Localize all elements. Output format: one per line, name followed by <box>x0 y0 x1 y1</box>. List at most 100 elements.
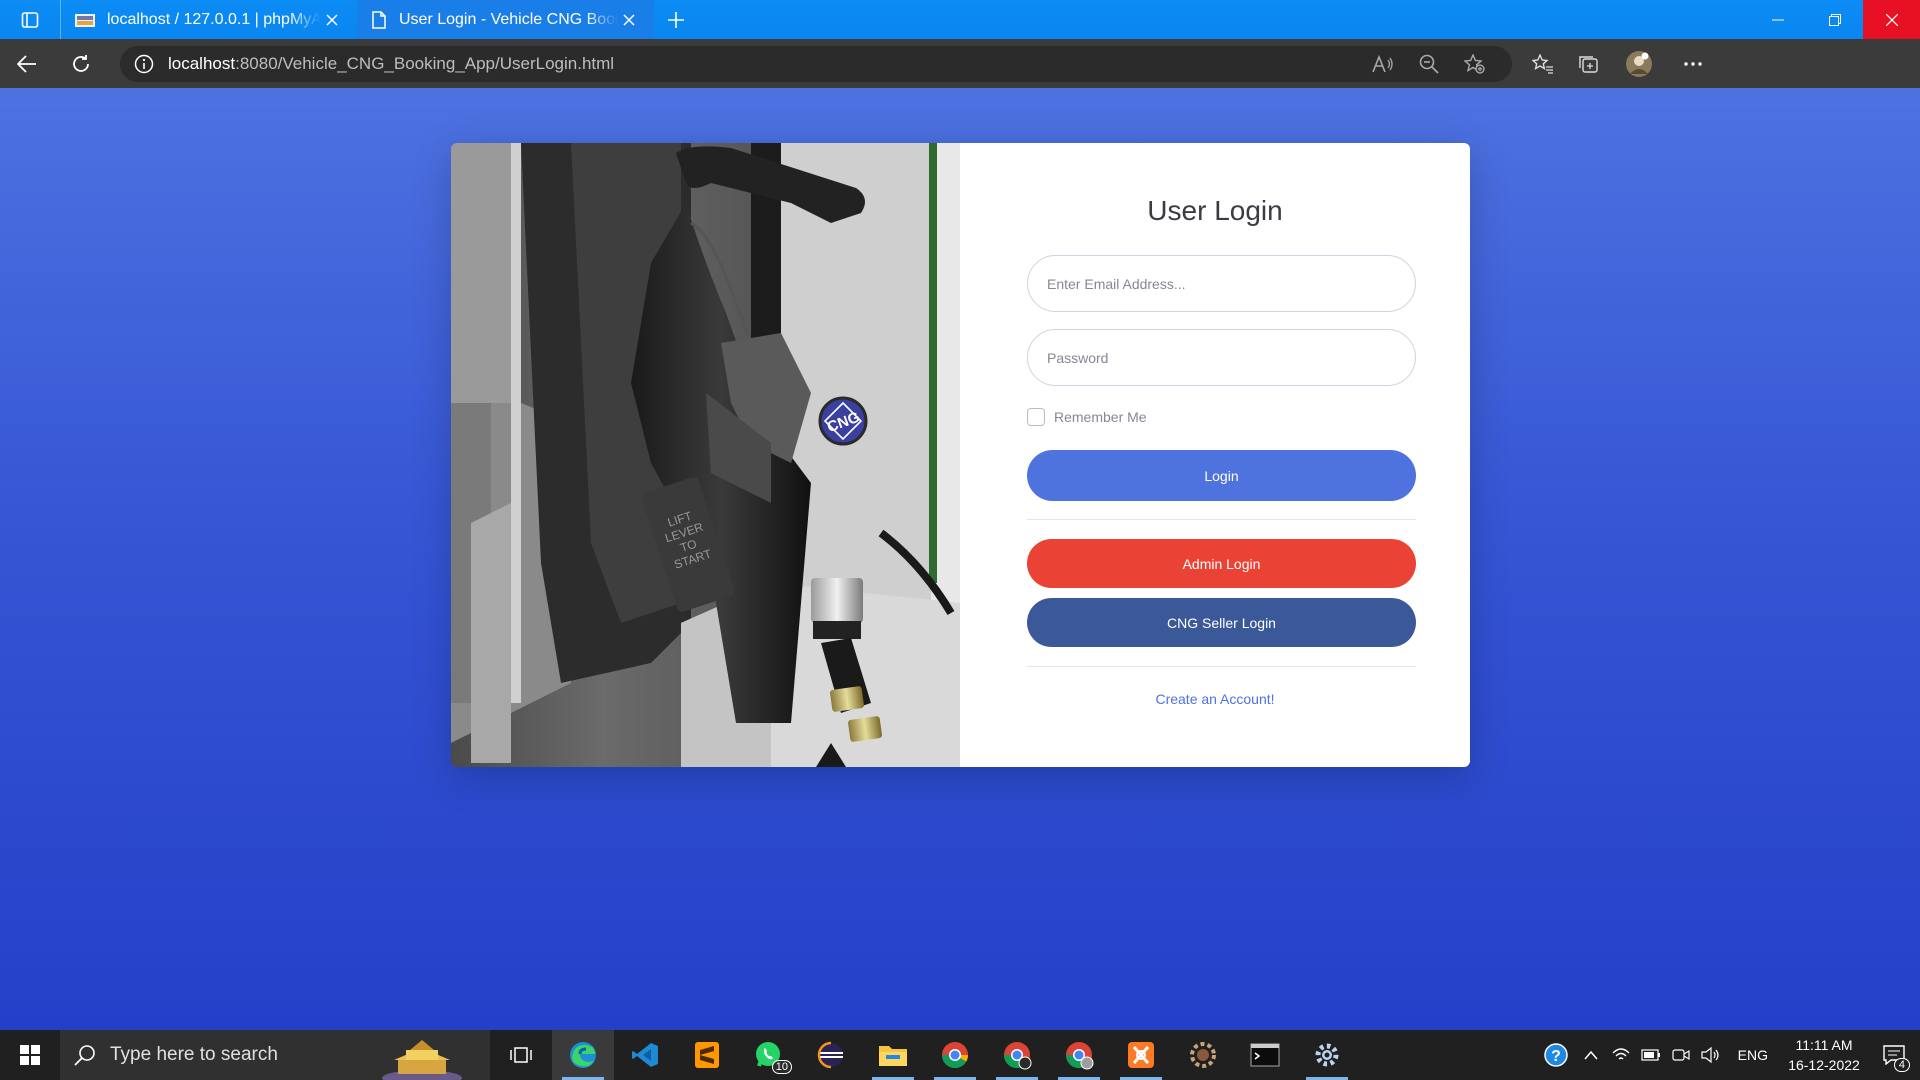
url-path: :8080/Vehicle_CNG_Booking_App/UserLogin.… <box>235 53 615 73</box>
taskbar-search[interactable]: Type here to search <box>60 1030 490 1080</box>
remember-me[interactable]: Remember Me <box>1027 408 1147 426</box>
divider <box>1027 666 1416 667</box>
more-options-button[interactable] <box>1666 46 1720 82</box>
camera-icon <box>1672 1049 1690 1061</box>
chrome-profile-icon <box>1003 1042 1032 1070</box>
create-account-link[interactable]: Create an Account! <box>960 691 1470 707</box>
back-arrow-icon <box>17 54 36 73</box>
password-field[interactable] <box>1027 329 1416 386</box>
cng-seller-login-button[interactable]: CNG Seller Login <box>1027 598 1416 647</box>
notification-count: 4 <box>1893 1058 1910 1072</box>
zoom-button[interactable] <box>1406 46 1452 82</box>
taskbar-edge[interactable] <box>552 1030 614 1080</box>
volume-icon <box>1701 1047 1719 1063</box>
read-aloud-icon <box>1372 54 1393 72</box>
show-hidden-icons-button[interactable] <box>1576 1030 1606 1080</box>
time: 11:11 AM <box>1795 1037 1853 1053</box>
browser-tab-bar: localhost / 127.0.0.1 | phpMyAdmin User … <box>0 0 1920 39</box>
more-icon <box>1684 61 1702 66</box>
svg-text:?: ? <box>1551 1048 1561 1065</box>
back-button[interactable] <box>0 39 54 88</box>
refresh-button[interactable] <box>54 39 108 88</box>
taskbar-eclipse[interactable] <box>800 1030 862 1080</box>
close-window-button[interactable] <box>1863 0 1920 39</box>
star-add-icon <box>1464 53 1485 74</box>
pump-illustration: LIFTLEVERTOSTART CNG <box>451 143 960 767</box>
date: 16-12-2022 <box>1788 1057 1860 1073</box>
volume-button[interactable] <box>1696 1030 1726 1080</box>
minimize-button[interactable] <box>1749 0 1806 39</box>
close-icon <box>1885 13 1898 26</box>
tab-user-login[interactable]: User Login - Vehicle CNG Booking App <box>357 0 654 39</box>
login-card: LIFTLEVERTOSTART CNG User Login Enter Em… <box>451 143 1470 767</box>
taskbar-vscode[interactable] <box>614 1030 676 1080</box>
battery-button[interactable] <box>1636 1030 1666 1080</box>
plus-icon <box>668 11 684 28</box>
settings-gear-icon <box>1315 1043 1339 1067</box>
taskbar-terminal[interactable] <box>1234 1030 1296 1080</box>
collections-button[interactable] <box>1566 46 1612 82</box>
start-button[interactable] <box>0 1030 60 1080</box>
taskbar: Type here to search 10 ? ENG 11:11 AM 16… <box>0 1030 1920 1080</box>
eclipse-icon <box>817 1041 843 1069</box>
system-tray: ? ENG 11:11 AM 16-12-2022 4 <box>1536 1030 1920 1080</box>
new-tab-button[interactable] <box>654 0 698 39</box>
close-tab-icon[interactable] <box>618 9 640 31</box>
xampp-icon <box>1128 1042 1154 1068</box>
tab-actions-icon <box>21 11 39 28</box>
page-icon <box>372 10 386 29</box>
folder-icon <box>879 1046 907 1066</box>
page-title: User Login <box>1147 195 1283 226</box>
address-bar: localhost:8080/Vehicle_CNG_Booking_App/U… <box>0 39 1920 88</box>
refresh-icon <box>73 54 89 72</box>
info-icon <box>134 54 154 73</box>
network-button[interactable] <box>1606 1030 1636 1080</box>
help-button[interactable]: ? <box>1536 1030 1576 1080</box>
taskbar-chrome-profile-2[interactable] <box>986 1030 1048 1080</box>
window-controls <box>1749 0 1920 39</box>
taskbar-settings[interactable] <box>1296 1030 1358 1080</box>
tab-actions-button[interactable] <box>0 0 60 39</box>
taskbar-sublime[interactable] <box>676 1030 738 1080</box>
favorites-button[interactable] <box>1520 46 1566 82</box>
restore-button[interactable] <box>1806 0 1863 39</box>
taskbar-xampp[interactable] <box>1110 1030 1172 1080</box>
taskbar-file-explorer[interactable] <box>862 1030 924 1080</box>
page-background: LIFTLEVERTOSTART CNG User Login Enter Em… <box>0 88 1920 1030</box>
search-placeholder: Type here to search <box>110 1044 278 1065</box>
gear-brown-icon <box>1190 1042 1216 1068</box>
url-field[interactable]: localhost:8080/Vehicle_CNG_Booking_App/U… <box>120 45 1512 82</box>
clock[interactable]: 11:11 AM 16-12-2022 <box>1780 1035 1868 1075</box>
restore-icon <box>1828 13 1841 26</box>
notifications-button[interactable]: 4 <box>1868 1030 1920 1080</box>
avatar-icon <box>1626 50 1652 77</box>
search-icon <box>74 1045 95 1066</box>
add-favorite-button[interactable] <box>1452 46 1498 82</box>
zoom-out-icon <box>1419 54 1439 74</box>
taskbar-chrome[interactable] <box>924 1030 986 1080</box>
edge-icon <box>570 1042 596 1068</box>
task-view-icon <box>510 1047 532 1063</box>
vscode-icon <box>632 1043 658 1067</box>
help-icon: ? <box>1543 1043 1568 1067</box>
read-aloud-button[interactable] <box>1360 46 1406 82</box>
login-form: User Login Remember Me Login Admin Login… <box>960 143 1470 767</box>
phpmyadmin-icon <box>75 13 95 27</box>
taskbar-whatsapp[interactable]: 10 <box>738 1030 800 1080</box>
favorites-icon <box>1532 53 1553 74</box>
taskbar-chrome-profile-3[interactable] <box>1048 1030 1110 1080</box>
meet-now-button[interactable] <box>1666 1030 1696 1080</box>
language-indicator[interactable]: ENG <box>1738 1047 1768 1063</box>
notification-badge: 10 <box>771 1060 792 1074</box>
taskbar-app-gear[interactable] <box>1172 1030 1234 1080</box>
login-button[interactable]: Login <box>1027 450 1416 501</box>
task-view-button[interactable] <box>490 1030 552 1080</box>
email-field[interactable] <box>1027 255 1416 312</box>
chrome-profile-icon <box>1065 1042 1094 1070</box>
profile-button[interactable] <box>1612 46 1666 82</box>
remember-checkbox[interactable] <box>1027 408 1045 426</box>
admin-login-button[interactable]: Admin Login <box>1027 539 1416 588</box>
close-tab-icon[interactable] <box>321 9 343 31</box>
tab-phpmyadmin[interactable]: localhost / 127.0.0.1 | phpMyAdmin <box>60 0 357 39</box>
chevron-up-icon <box>1584 1050 1598 1060</box>
